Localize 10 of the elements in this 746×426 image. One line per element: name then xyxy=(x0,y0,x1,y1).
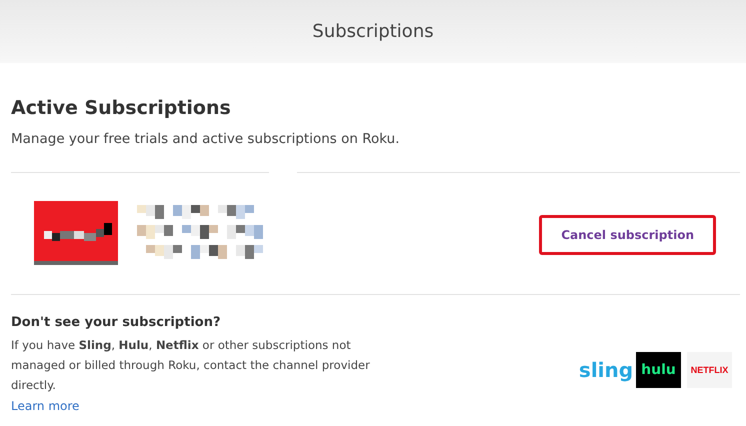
section-heading: Active Subscriptions xyxy=(11,97,232,119)
help-text: If you have Sling, Hulu, Netflix or other subscriptions not managed or billed through Roku, contact the channel provider directly. xyxy=(11,337,371,394)
page-title: Subscriptions xyxy=(312,21,434,42)
learn-more-link[interactable]: Learn more xyxy=(11,399,80,413)
netflix-logo: NETFLIX xyxy=(687,352,732,388)
help-heading: Don't see your subscription? xyxy=(11,315,222,330)
hulu-logo: hulu xyxy=(636,352,681,388)
sling-logo: sling xyxy=(582,356,630,384)
cancel-subscription-button[interactable]: Cancel subscription xyxy=(539,215,716,255)
section-description: Manage your free trials and active subscriptions on Roku. xyxy=(11,131,400,147)
